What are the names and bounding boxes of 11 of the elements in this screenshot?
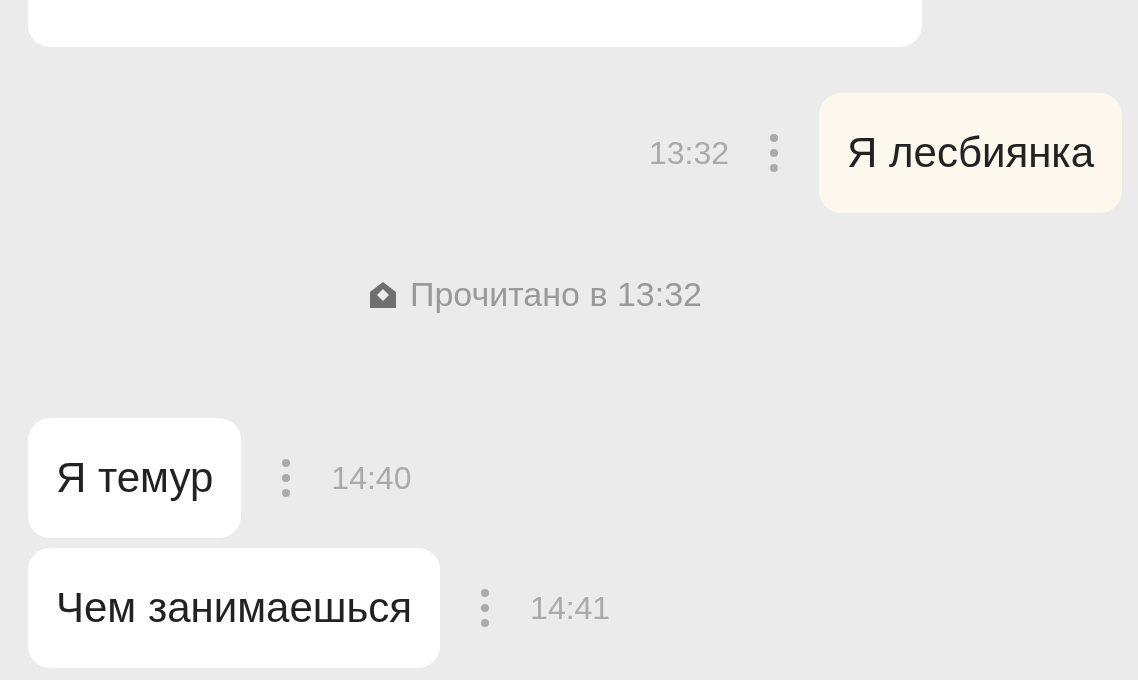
more-icon[interactable] bbox=[480, 588, 491, 628]
message-time: 14:41 bbox=[530, 589, 611, 627]
more-icon[interactable] bbox=[769, 133, 779, 173]
message-time: 14:40 bbox=[331, 459, 412, 497]
envelope-icon bbox=[367, 279, 398, 310]
message-bubble: Я лесбиянка bbox=[819, 93, 1122, 213]
more-icon[interactable] bbox=[281, 458, 292, 498]
message-bubble: Я темур bbox=[28, 418, 242, 538]
read-receipt: Прочитано в 13:32 bbox=[409, 275, 702, 314]
message-bubble: Чем занимаешься bbox=[28, 548, 441, 668]
message-time: 13:32 bbox=[648, 134, 729, 172]
